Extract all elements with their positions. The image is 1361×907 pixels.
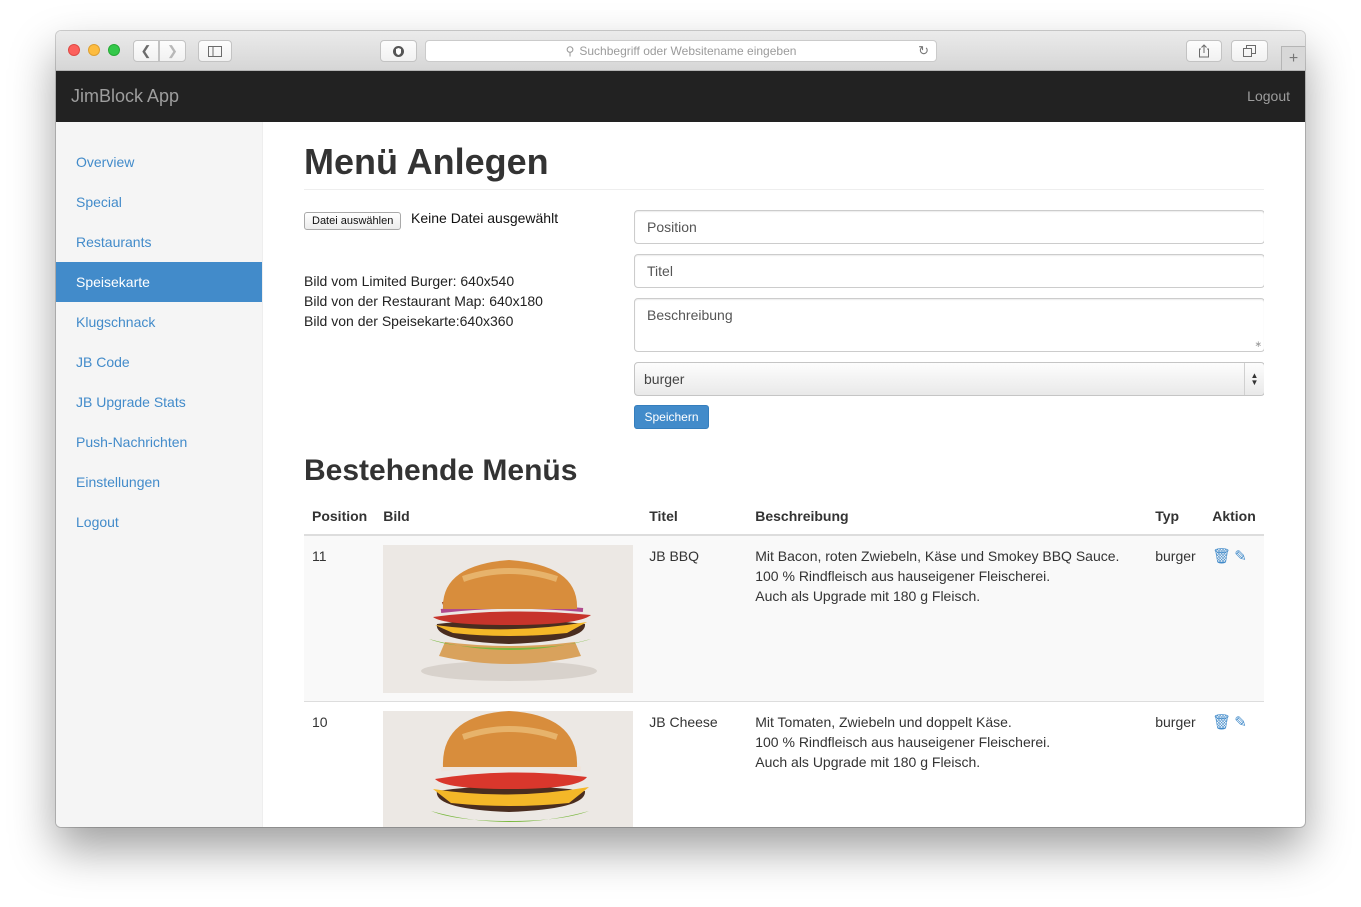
title-input[interactable]: Titel — [634, 254, 1264, 288]
cell-position: 10 — [304, 701, 376, 827]
edit-icon[interactable]: ✎ — [1234, 548, 1247, 565]
column-header-action: Aktion — [1204, 497, 1264, 536]
description-placeholder: Beschreibung — [647, 307, 733, 323]
cell-position: 11 — [304, 534, 376, 702]
position-placeholder: Position — [647, 219, 697, 235]
tabs-icon — [1243, 45, 1256, 57]
table-header-row: Position Bild Titel Beschreibung Typ Akt… — [304, 497, 1264, 536]
app-navbar: JimBlock App Logout — [56, 71, 1305, 122]
title-placeholder: Titel — [647, 263, 673, 279]
share-button[interactable] — [1186, 40, 1222, 62]
description-line: Mit Tomaten, Zwiebeln und doppelt Käse. — [755, 714, 1012, 730]
cell-description: Mit Tomaten, Zwiebeln und doppelt Käse. … — [747, 701, 1148, 827]
hint-line: Bild vom Limited Burger: 640x540 — [304, 273, 515, 289]
sidebar-icon — [208, 45, 222, 57]
description-line: Auch als Upgrade mit 180 g Fleisch. — [755, 754, 981, 770]
sidebar-item-restaurants[interactable]: Restaurants — [56, 222, 262, 262]
select-arrows-icon: ▲ ▼ — [1244, 363, 1264, 395]
column-header-description: Beschreibung — [747, 497, 1148, 536]
cell-description: Mit Bacon, roten Zwiebeln, Käse und Smok… — [747, 534, 1148, 702]
file-status: Keine Datei ausgewählt — [411, 210, 559, 226]
position-input[interactable]: Position — [634, 210, 1264, 244]
menus-table: Position Bild Titel Beschreibung Typ Akt… — [304, 497, 1264, 827]
existing-menus-heading: Bestehende Menüs — [304, 454, 578, 487]
forward-button[interactable]: ❯ — [159, 40, 186, 62]
search-icon: ⚲ — [565, 44, 575, 58]
show-tabs-button[interactable] — [1231, 40, 1268, 62]
trash-icon[interactable]: 🗑 — [1212, 548, 1231, 565]
address-bar[interactable]: ⚲ Suchbegriff oder Websitename eingeben … — [425, 40, 937, 62]
cell-image — [375, 534, 642, 702]
cell-actions: 🗑 ✎ — [1204, 534, 1264, 702]
close-window-button[interactable] — [68, 44, 80, 56]
new-tab-button[interactable]: + — [1281, 46, 1305, 70]
reload-icon[interactable]: ↻ — [918, 43, 929, 59]
sidebar-item-special[interactable]: Special — [56, 182, 262, 222]
column-header-type: Typ — [1147, 497, 1205, 536]
burger-image — [383, 545, 634, 693]
share-icon — [1199, 44, 1209, 58]
browser-toolbar: ❮ ❯ ⚲ Suchbegriff oder Websitename einge… — [56, 31, 1305, 71]
main-content: Menü Anlegen Datei auswählen Keine Datei… — [304, 122, 1264, 827]
sidebar-item-einstellungen[interactable]: Einstellungen — [56, 462, 262, 502]
cell-actions: 🗑 ✎ — [1204, 701, 1264, 827]
sidebar-item-jb-upgrade-stats[interactable]: JB Upgrade Stats — [56, 382, 262, 422]
description-line: 100 % Rindfleisch aus hauseigener Fleisc… — [755, 568, 1051, 584]
cell-type: burger — [1147, 701, 1205, 827]
file-choose-button[interactable]: Datei auswählen — [304, 212, 402, 230]
minimize-window-button[interactable] — [88, 44, 100, 56]
sidebar: Overview Special Restaurants Speisekarte… — [56, 122, 263, 827]
browser-window: ❮ ❯ ⚲ Suchbegriff oder Websitename einge… — [56, 31, 1305, 827]
table-row: 10 JB Cheese Mit Tomaten, Zwiebeln und d… — [304, 701, 1264, 827]
sidebar-item-overview[interactable]: Overview — [56, 142, 262, 182]
hint-line: Bild von der Restaurant Map: 640x180 — [304, 293, 543, 309]
cell-type: burger — [1147, 534, 1205, 702]
table-row: 11 JB BBQ Mit Bacon, roten Zwiebeln, Käs… — [304, 534, 1264, 702]
sidebar-toggle-button[interactable] — [198, 40, 232, 62]
trash-icon[interactable]: 🗑 — [1212, 714, 1231, 731]
sidebar-item-logout[interactable]: Logout — [56, 502, 262, 542]
navbar-logout-link[interactable]: Logout — [1247, 88, 1290, 104]
privacy-button[interactable] — [380, 40, 417, 62]
chevron-right-icon: ❯ — [167, 43, 178, 58]
brand-logo[interactable]: JimBlock App — [71, 86, 179, 107]
shield-icon — [393, 45, 404, 57]
plus-icon: + — [1288, 49, 1299, 67]
column-header-image: Bild — [375, 497, 642, 536]
type-select[interactable]: burger ▲ ▼ — [634, 362, 1264, 396]
title-divider — [304, 189, 1264, 190]
sidebar-item-push-nachrichten[interactable]: Push-Nachrichten — [56, 422, 262, 462]
description-line: Auch als Upgrade mit 180 g Fleisch. — [755, 588, 981, 604]
cell-title: JB BBQ — [641, 534, 748, 702]
sidebar-item-klugschnack[interactable]: Klugschnack — [56, 302, 262, 342]
column-header-title: Titel — [641, 497, 748, 536]
edit-icon[interactable]: ✎ — [1234, 714, 1247, 731]
image-size-hints: Bild vom Limited Burger: 640x540 Bild vo… — [304, 271, 543, 331]
back-button[interactable]: ❮ — [133, 40, 159, 62]
description-line: 100 % Rindfleisch aus hauseigener Fleisc… — [755, 734, 1051, 750]
sidebar-item-speisekarte[interactable]: Speisekarte — [56, 262, 262, 302]
sidebar-item-jb-code[interactable]: JB Code — [56, 342, 262, 382]
cell-title: JB Cheese — [641, 701, 748, 827]
address-placeholder: Suchbegriff oder Websitename eingeben — [579, 44, 797, 58]
resize-handle-icon[interactable]: ∗ — [1254, 339, 1262, 350]
cell-image — [375, 701, 642, 827]
hint-line: Bild von der Speisekarte:640x360 — [304, 313, 514, 329]
description-textarea[interactable]: Beschreibung ∗ — [634, 298, 1264, 352]
zoom-window-button[interactable] — [108, 44, 120, 56]
description-line: Mit Bacon, roten Zwiebeln, Käse und Smok… — [755, 548, 1120, 564]
page-title: Menü Anlegen — [304, 141, 549, 182]
save-button[interactable]: Speichern — [634, 405, 709, 429]
type-select-value: burger — [644, 371, 685, 387]
column-header-position: Position — [304, 497, 376, 536]
chevron-left-icon: ❮ — [140, 43, 152, 58]
burger-image — [383, 711, 634, 827]
